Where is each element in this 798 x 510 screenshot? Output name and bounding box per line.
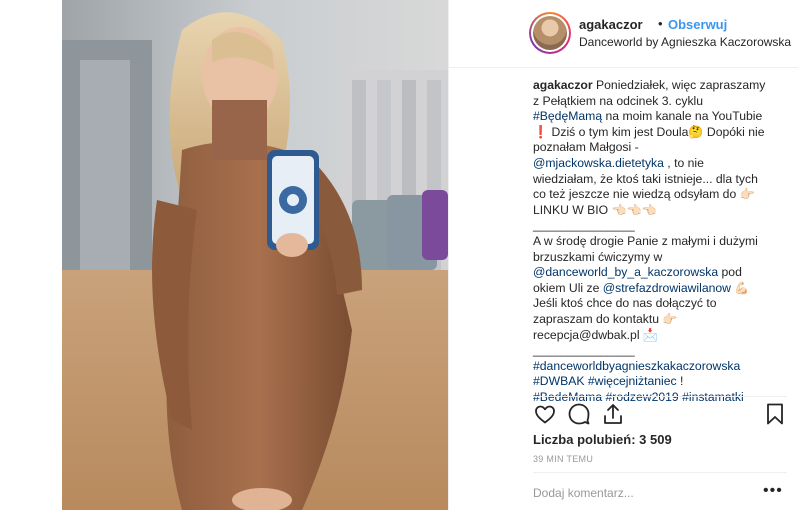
action-bar	[533, 402, 787, 426]
caption-line: _______________	[533, 218, 635, 233]
mention-link[interactable]: @danceworld_by_a_kaczorowska	[533, 265, 718, 279]
page-gutter	[0, 0, 62, 510]
comment-button[interactable]	[567, 402, 591, 426]
caption-text: na moim kanale na YouTubie	[602, 109, 763, 124]
actions-divider	[533, 396, 787, 397]
caption-line: okiem Uli ze @strefazdrowiawilanow 💪🏻	[533, 281, 769, 297]
caption-line: LINKU W BIO 👈🏻👈🏻👈🏻	[533, 202, 658, 217]
caption-line: @mjackowska.dietetyka , to nie	[533, 156, 769, 172]
avatar-image	[533, 16, 567, 50]
caption-line: #DWBAK #więcejniżtaniec !	[533, 374, 769, 390]
share-arrow-icon	[604, 404, 622, 424]
post-side-panel: agakaczor • Obserwuj Danceworld by Agnie…	[449, 0, 798, 510]
caption-line: #BędęMamą na moim kanale na YouTubie	[533, 109, 769, 125]
caption-text: , to nie	[663, 155, 704, 170]
caption-text: Poniedziałek, więc zapraszamy	[592, 78, 766, 92]
bookmark-icon	[767, 403, 783, 425]
comment-bubble-icon	[568, 403, 590, 425]
more-options-button[interactable]: •••	[763, 482, 783, 500]
caption-line: agakaczor Poniedziałek, więc zapraszamy	[533, 78, 769, 94]
caption-text: pod	[718, 265, 742, 280]
post-timestamp[interactable]: 39 MIN TEMU	[533, 454, 593, 464]
caption-line: z Pełątkiem na odcinek 3. cyklu	[533, 93, 704, 108]
caption-line: brzuszkami ćwiczymy w	[533, 249, 663, 264]
hashtag-link[interactable]: #DWBAK	[533, 374, 584, 388]
caption-text: okiem Uli ze	[533, 280, 603, 295]
caption-line: poznałam Małgosi -	[533, 140, 639, 155]
comment-box: •••	[533, 476, 787, 510]
caption-line: @danceworld_by_a_kaczorowska pod	[533, 265, 769, 281]
caption-line: A w środę drogie Panie z małymi i dużymi	[533, 233, 758, 248]
mention-link[interactable]: @mjackowska.dietetyka	[533, 156, 664, 170]
separator-dot: •	[658, 16, 663, 31]
caption-line: co też jeszcze nie wiedzą odsyłam do 👉🏻	[533, 187, 755, 202]
caption-line: zapraszam do kontaktu 👉🏻	[533, 311, 678, 326]
likes-count[interactable]: Liczba polubień: 3 509	[533, 432, 672, 447]
caption-line: ❗ Dziś o tym kim jest Doula🤔 Dopóki nie	[533, 124, 765, 139]
post-caption: agakaczor Poniedziałek, więc zapraszamy …	[533, 78, 769, 405]
username-link[interactable]: agakaczor	[579, 17, 643, 32]
post-photo[interactable]	[62, 0, 448, 510]
avatar-frame	[531, 14, 569, 52]
hashtag-link[interactable]: #danceworldbyagnieszkakaczorowska	[533, 359, 740, 373]
caption-emoji: 💪🏻	[730, 280, 750, 295]
follow-button[interactable]: Obserwuj	[668, 17, 727, 32]
hashtag-link[interactable]: #BędęMamą	[533, 109, 602, 123]
hashtag-link[interactable]: #więcejniżtaniec	[588, 374, 677, 388]
caption-line: _______________	[533, 343, 635, 358]
caption-line: Jeśli ktoś chce do nas dołączyć to	[533, 296, 717, 311]
comment-divider	[533, 472, 787, 473]
heart-icon	[535, 405, 555, 424]
comment-input[interactable]	[533, 486, 743, 500]
post-photo-illustration	[62, 0, 448, 510]
location-link[interactable]: Danceworld by Agnieszka Kaczorowska	[579, 35, 791, 49]
caption-line: #danceworldbyagnieszkakaczorowska	[533, 359, 769, 375]
post-header: agakaczor • Obserwuj Danceworld by Agnie…	[449, 0, 798, 68]
caption-username[interactable]: agakaczor	[533, 78, 593, 92]
like-button[interactable]	[533, 402, 557, 426]
avatar[interactable]	[529, 12, 571, 54]
share-button[interactable]	[601, 402, 625, 426]
caption-text: !	[676, 374, 684, 389]
caption-line: wiedziałam, że ktoś taki istnieje... dla…	[533, 171, 758, 186]
caption-line: recepcja@dwbak.pl 📩	[533, 327, 659, 342]
save-button[interactable]	[763, 402, 787, 426]
mention-link[interactable]: @strefazdrowiawilanow	[603, 281, 731, 295]
